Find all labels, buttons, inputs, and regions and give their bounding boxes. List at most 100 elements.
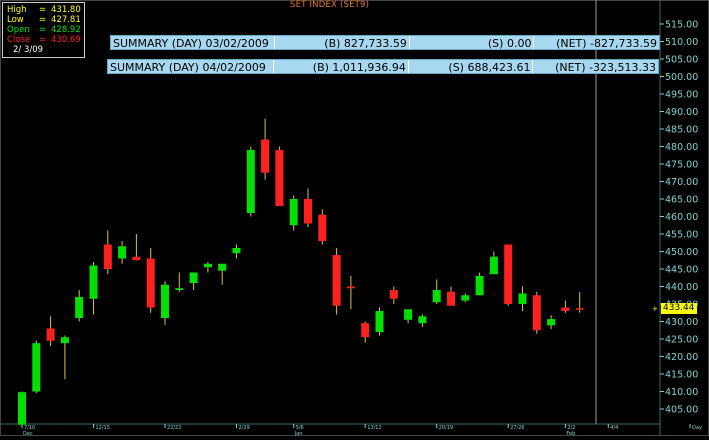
summary-2-buy: (B) 1,011,936.94 [274, 60, 409, 73]
y-tick-label: 515.00 [665, 20, 698, 31]
summary-2-sell: (S) 688,423.61 [409, 60, 534, 73]
x-tick-label: Day [692, 425, 702, 431]
ohlc-info-box: High = 431.80 Low = 427.81 Open = 428.92 Close… [2, 2, 85, 58]
candle-body [246, 150, 255, 213]
candle-body [46, 328, 55, 341]
ohlc-low-row: Low = 427.81 [7, 15, 81, 25]
x-tick-label: 27/26 [510, 425, 524, 431]
candle-body [261, 139, 270, 173]
y-tick-label: 465.00 [665, 195, 698, 206]
candle-body [75, 297, 84, 318]
candle-body [189, 272, 198, 283]
candle-body [289, 199, 298, 226]
ohlc-close-label: Close [7, 35, 31, 45]
candle-body [361, 323, 370, 338]
candle-body [418, 316, 427, 324]
y-tick-label: 430.00 [665, 317, 698, 328]
ohlc-low-label: Low [7, 15, 24, 25]
chart-title: SET INDEX (SET9) [290, 0, 370, 10]
candle-body [404, 309, 413, 320]
x-tick-label-month: Jan [294, 431, 303, 436]
candle-body [318, 214, 327, 241]
candle-body [375, 311, 384, 332]
candle-body [203, 263, 212, 268]
candle-body [461, 295, 470, 301]
summary-row-2: SUMMARY (DAY) 04/02/2009 (B) 1,011,936.9… [107, 59, 659, 74]
ohlc-open-row: Open = 428.92 [7, 25, 81, 35]
current-price-label: 433.44 [661, 303, 697, 315]
y-tick-label: 485.00 [665, 125, 698, 136]
x-tick-label-month: Feb [566, 431, 575, 436]
candle-body [518, 293, 527, 304]
summary-2-label: SUMMARY (DAY) 04/02/2009 [108, 60, 275, 73]
summary-1-buy: (B) 827,733.59 [275, 36, 410, 49]
y-tick-label: 460.00 [665, 212, 698, 223]
price-chart[interactable]: 405.00410.00415.00420.00425.00430.00435.… [0, 0, 709, 437]
candle-body [332, 255, 341, 306]
ohlc-high-value: 431.80 [51, 5, 81, 15]
ohlc-close-value: 430.69 [51, 35, 81, 45]
candle-body [146, 258, 155, 308]
candle-body [218, 263, 227, 271]
ohlc-high-row: High = 431.80 [7, 5, 81, 15]
y-tick-label: 510.00 [665, 37, 698, 48]
y-tick-label: 505.00 [665, 55, 698, 66]
ohlc-date: 2/ 3/09 [13, 45, 44, 55]
candle-body [447, 291, 455, 306]
y-tick-label: 495.00 [665, 90, 698, 101]
y-tick-label: 405.00 [665, 405, 698, 416]
candle-body [103, 244, 112, 269]
candle-body [575, 308, 584, 310]
x-tick-label: 12/15 [96, 425, 110, 431]
ohlc-open-label: Open [7, 25, 30, 35]
summary-row-1: SUMMARY (DAY) 03/02/2009 (B) 827,733.59 … [110, 35, 660, 50]
candle-body [175, 288, 184, 290]
y-tick-label: 470.00 [665, 177, 698, 188]
x-tick-label: 4/4 [610, 425, 618, 431]
y-tick-label: 500.00 [665, 72, 698, 83]
y-tick-label: 450.00 [665, 247, 698, 258]
y-tick-label: 480.00 [665, 142, 698, 153]
y-tick-label: 425.00 [665, 335, 698, 346]
summary-2-net: (NET) -323,513.33 [555, 61, 656, 73]
x-tick-label-month: Dec [23, 431, 33, 436]
ohlc-low-value: 427.81 [51, 15, 81, 25]
summary-1-label: SUMMARY (DAY) 03/02/2009 [111, 36, 276, 49]
y-tick-label: 410.00 [665, 387, 698, 398]
candle-body [89, 265, 98, 299]
candle-body [132, 256, 141, 261]
y-tick-label: 440.00 [665, 282, 698, 293]
x-tick-label: 22/22 [167, 425, 181, 431]
candle-body [18, 392, 26, 425]
y-tick-label: 455.00 [665, 230, 698, 241]
candle-body [432, 290, 441, 303]
x-tick-label: 20/19 [439, 425, 453, 431]
ohlc-close-row: Close = 430.69 [7, 35, 81, 45]
candle-body [304, 199, 312, 224]
candle-body [547, 319, 556, 326]
y-tick-label: 490.00 [665, 107, 698, 118]
ohlc-high-label: High [7, 5, 27, 15]
summary-1-sell: (S) 0.00 [410, 36, 535, 49]
candle-body [32, 343, 41, 392]
candle-body [504, 244, 513, 304]
candle-body [532, 295, 541, 331]
candle-body [118, 246, 127, 259]
y-tick-label: 445.00 [665, 265, 698, 276]
summary-1-net: (NET) -827,733.59 [556, 37, 657, 49]
candle-body [389, 290, 398, 299]
ohlc-open-value: 428.92 [51, 25, 81, 35]
candle-body [475, 276, 484, 296]
candle-body [489, 256, 498, 275]
candle-body [561, 307, 570, 311]
current-price-marker-icon: + [652, 305, 658, 313]
y-tick-label: 475.00 [665, 160, 698, 171]
candle-body [346, 286, 355, 289]
y-tick-label: 420.00 [665, 352, 698, 363]
candle-body [161, 284, 169, 318]
candle-body [232, 248, 241, 254]
candle-body [60, 337, 69, 344]
x-tick-label: 2/29 [239, 425, 250, 431]
y-tick-label: 415.00 [665, 370, 698, 381]
x-tick-label: 13/12 [367, 425, 381, 431]
